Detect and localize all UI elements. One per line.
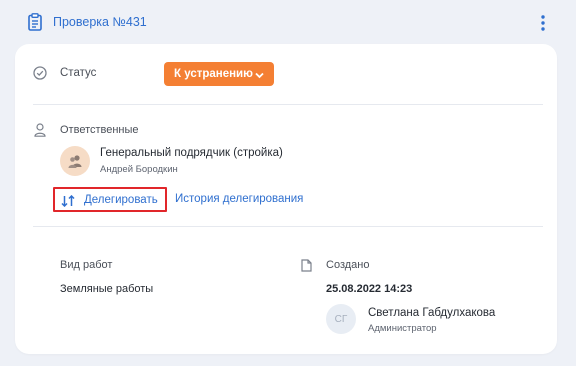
delegation-history-link[interactable]: История делегирования bbox=[175, 193, 303, 205]
contractor-avatar bbox=[60, 146, 90, 176]
page-header: Проверка №431 bbox=[0, 0, 576, 44]
kebab-menu-icon[interactable] bbox=[537, 14, 549, 32]
work-type-label: Вид работ bbox=[60, 259, 113, 271]
work-type-value: Земляные работы bbox=[60, 283, 154, 295]
status-dropdown[interactable]: К устранению bbox=[164, 62, 274, 86]
author-avatar: СГ bbox=[326, 304, 356, 334]
group-icon bbox=[68, 155, 82, 168]
responsible-label: Ответственные bbox=[60, 124, 139, 136]
contractor-name: Генеральный подрядчик (стройка) bbox=[100, 147, 283, 159]
document-icon bbox=[301, 259, 312, 272]
inspection-card: Статус К устранению Ответственные Генера… bbox=[15, 44, 557, 354]
divider bbox=[33, 104, 543, 105]
author-role: Администратор bbox=[368, 323, 437, 334]
check-circle-icon bbox=[33, 66, 47, 80]
chevron-down-icon bbox=[255, 70, 264, 79]
author-name: Светлана Габдулхакова bbox=[368, 307, 496, 319]
status-value: К устранению bbox=[174, 68, 253, 80]
contractor-person: Андрей Бородкин bbox=[100, 164, 178, 175]
divider bbox=[33, 226, 543, 227]
status-label: Статус bbox=[60, 67, 97, 79]
user-icon bbox=[34, 123, 46, 137]
delegate-arrows-icon bbox=[61, 194, 75, 208]
created-date: 25.08.2022 14:23 bbox=[326, 283, 413, 295]
clipboard-icon bbox=[28, 13, 42, 31]
delegate-label: Делегировать bbox=[84, 194, 158, 206]
created-label: Создано bbox=[326, 259, 370, 271]
inspection-title[interactable]: Проверка №431 bbox=[53, 15, 147, 29]
delegate-button[interactable]: Делегировать bbox=[53, 187, 167, 212]
